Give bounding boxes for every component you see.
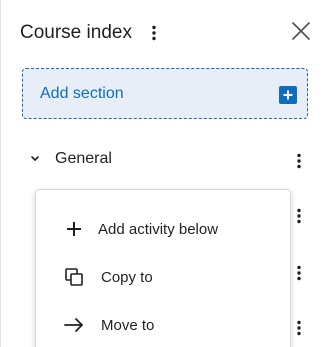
- kebab-icon: [297, 265, 301, 281]
- course-index-drawer: Course index Add section General Add act…: [0, 0, 324, 347]
- kebab-icon: [297, 320, 301, 336]
- plus-icon: [63, 218, 85, 240]
- close-drawer-button[interactable]: [289, 19, 313, 43]
- menu-item-label: Move to: [101, 316, 155, 334]
- drawer-title: Course index: [20, 22, 132, 43]
- course-index-options-button[interactable]: [146, 18, 162, 48]
- arrow-right-icon: [63, 314, 85, 336]
- chevron-down-icon[interactable]: [29, 153, 41, 165]
- kebab-icon: [297, 208, 301, 224]
- kebab-icon: [152, 25, 156, 41]
- menu-item-label: Add activity below: [98, 220, 219, 238]
- section-label: General: [55, 150, 112, 167]
- section-actions-menu: Add activity below Copy to Move to: [35, 189, 291, 347]
- add-section-label: Add section: [40, 84, 124, 102]
- menu-item-label: Copy to: [101, 268, 153, 286]
- section-item-general[interactable]: General: [29, 146, 309, 172]
- item-options-button[interactable]: [291, 201, 307, 231]
- menu-item-copy-to[interactable]: Copy to: [36, 257, 290, 297]
- add-section-button[interactable]: Add section: [22, 68, 308, 119]
- drawer-header: Course index: [20, 18, 132, 48]
- close-icon: [292, 22, 310, 40]
- item-options-button[interactable]: [291, 313, 307, 343]
- kebab-icon: [297, 153, 301, 169]
- plus-square-icon: [279, 86, 297, 104]
- menu-item-add-activity-below[interactable]: Add activity below: [36, 209, 290, 249]
- section-options-button[interactable]: [291, 146, 307, 176]
- menu-item-move-to[interactable]: Move to: [36, 305, 290, 345]
- copy-icon: [63, 266, 85, 288]
- item-options-button[interactable]: [291, 258, 307, 288]
